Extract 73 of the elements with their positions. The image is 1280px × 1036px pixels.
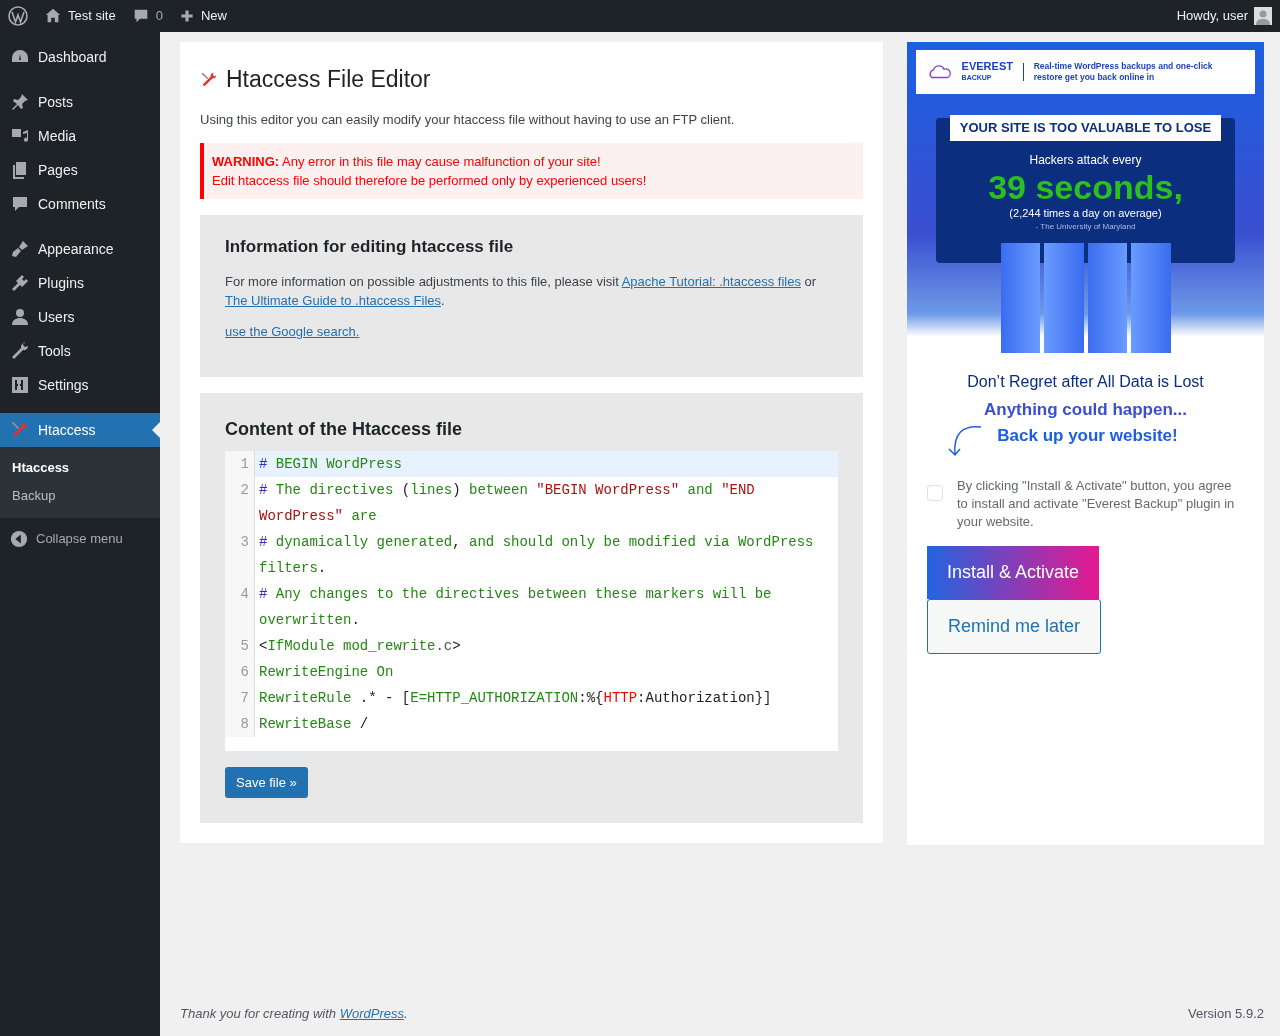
menu-item[interactable]: Dashboard bbox=[0, 40, 160, 74]
menu-item[interactable]: Users bbox=[0, 300, 160, 334]
code-line: # Any changes to the directives between these markers will be overwritten. bbox=[258, 584, 773, 630]
code-line: RewriteBase / bbox=[258, 714, 370, 734]
info-heading: Information for editing htaccess file bbox=[225, 237, 515, 258]
menu-item[interactable]: Media bbox=[0, 119, 160, 153]
site-link[interactable]: Test site bbox=[36, 0, 124, 32]
menu-item[interactable]: Appearance bbox=[0, 232, 160, 266]
ad-source: - The University of Maryland bbox=[1034, 221, 1137, 233]
paintbrush-icon bbox=[10, 239, 30, 259]
menu-item[interactable]: Plugins bbox=[0, 266, 160, 300]
consent-checkbox[interactable] bbox=[927, 484, 943, 501]
submenu-item[interactable]: Htaccess bbox=[0, 454, 160, 482]
ad-slogan: Back up your website! bbox=[997, 424, 1178, 447]
ad-text: (2,244 times a day on average) bbox=[1008, 205, 1163, 221]
user-icon bbox=[10, 307, 30, 327]
code-line: RewriteRule .* - [E=HTTP_AUTHORIZATION:%{HTTP:Authorization}] bbox=[258, 688, 773, 708]
line-number: 6 bbox=[225, 658, 255, 685]
tools-icon bbox=[200, 70, 218, 89]
google-search-link[interactable]: use the Google search. bbox=[225, 324, 360, 340]
line-number: 5 bbox=[225, 632, 255, 659]
info-text: For more information on possible adjustments to this file, please visit Apache Tutorial: .htaccess files or The Ultimate Guide to .htaccess Files. bbox=[225, 273, 818, 311]
menu-item[interactable]: Htaccess bbox=[0, 413, 160, 447]
account-menu[interactable]: Howdy, user bbox=[1168, 0, 1280, 32]
submenu-item[interactable]: Backup bbox=[0, 482, 160, 510]
ad-headline: YOUR SITE IS TOO VALUABLE TO LOSE bbox=[949, 115, 1222, 141]
sliders-icon bbox=[10, 375, 30, 395]
install-activate-button[interactable]: Install & Activate bbox=[927, 545, 1100, 599]
plug-icon bbox=[10, 273, 30, 293]
code-editor[interactable] bbox=[225, 450, 838, 751]
home-icon bbox=[44, 7, 62, 25]
remind-later-button[interactable]: Remind me later bbox=[927, 598, 1102, 654]
ad-text: Hackers attack every bbox=[1028, 151, 1143, 169]
menu-item[interactable]: Comments bbox=[0, 187, 160, 221]
collapse-icon bbox=[10, 530, 28, 548]
version-text: Version 5.9.2 bbox=[1188, 1004, 1264, 1023]
plus-icon bbox=[178, 8, 195, 24]
code-line: <IfModule mod_rewrite.c> bbox=[258, 636, 462, 656]
new-link[interactable]: New bbox=[170, 0, 235, 32]
wrench-icon bbox=[10, 341, 30, 361]
line-number: 1 bbox=[225, 450, 255, 477]
line-number: 4 bbox=[225, 580, 255, 633]
code-line: RewriteEngine On bbox=[258, 662, 395, 682]
menu-item[interactable]: Settings bbox=[0, 368, 160, 402]
line-number: 3 bbox=[225, 528, 255, 581]
menu-item[interactable]: Posts bbox=[0, 85, 160, 119]
ad-slogan: Anything could happen... bbox=[982, 399, 1188, 421]
pushpin-icon bbox=[10, 92, 30, 112]
warning-text: WARNING: Any error in this file may cause malfunction of your site! bbox=[212, 153, 602, 172]
menu-item[interactable]: Tools bbox=[0, 334, 160, 368]
ad-tagline: Real-time WordPress backups and one-click restore get you back online in bbox=[1033, 61, 1214, 83]
tools-icon bbox=[10, 420, 30, 440]
consent-text: By clicking "Install & Activate" button, you agree to install and activate "Everest Backup" plugin in your website. bbox=[956, 476, 1236, 531]
save-file-button[interactable]: Save file » bbox=[225, 766, 308, 799]
footer-text: Thank you for creating with WordPress. bbox=[180, 1004, 408, 1023]
code-line: # dynamically generated, and should only be modified via WordPress filters. bbox=[258, 532, 815, 578]
content-heading: Content of the Htaccess file bbox=[225, 419, 464, 441]
collapse-menu-button[interactable]: Collapse menu bbox=[0, 522, 160, 556]
line-number: 2 bbox=[225, 476, 255, 529]
speech-bubble-icon bbox=[10, 194, 30, 214]
ad-subheading: Don’t Regret after All Data is Lost bbox=[966, 372, 1205, 392]
menu-item[interactable]: Pages bbox=[0, 153, 160, 187]
warning-text: Edit htaccess file should therefore be performed only by experienced users! bbox=[212, 172, 648, 191]
avatar-icon bbox=[1254, 7, 1272, 25]
line-number: 8 bbox=[225, 710, 255, 737]
comments-link[interactable]: 0 bbox=[123, 0, 171, 32]
line-number: 7 bbox=[225, 684, 255, 711]
apache-tutorial-link[interactable]: Apache Tutorial: .htaccess files bbox=[621, 274, 801, 290]
intro-text: Using this editor you can easily modify your htaccess file without having to use an FTP client. bbox=[200, 110, 736, 129]
brand-name: EVEREST bbox=[961, 61, 1013, 72]
ad-statistic: 39 seconds, bbox=[987, 168, 1184, 205]
page-title: Htaccess File Editor bbox=[226, 66, 431, 94]
wordpress-link[interactable]: WordPress bbox=[339, 1005, 404, 1021]
